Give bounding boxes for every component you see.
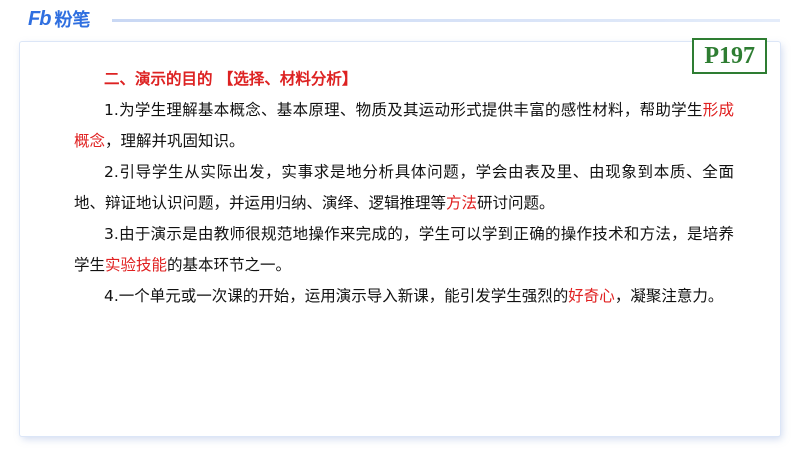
section-heading: 二、演示的目的 【选择、材料分析】 [104,64,734,95]
paragraph-2: 2.引导学生从实际出发，实事求是地分析具体问题，学会由表及里、由现象到本质、全面… [74,157,734,219]
paragraph-text: 4.一个单元或一次课的开始，运用演示导入新课，能引发学生强烈的 [104,287,569,305]
paragraph-text: 研讨问题。 [477,194,555,212]
paragraph-text: ，理解并巩固知识。 [105,132,245,150]
slide-content: 二、演示的目的 【选择、材料分析】 1.为学生理解基本概念、基本原理、物质及其运… [74,64,734,312]
brand-logo-mark: Fb [28,7,51,30]
key-term: 方法 [446,194,478,212]
brand-logo: Fb 粉笔 [28,7,91,32]
paragraph-4: 4.一个单元或一次课的开始，运用演示导入新课，能引发学生强烈的好奇心，凝聚注意力… [74,281,734,312]
section-tag: 【选择、材料分析】 [217,70,358,88]
paragraph-text: ，凝聚注意力。 [614,287,724,305]
paragraph-text: 1.为学生理解基本概念、基本原理、物质及其运动形式提供丰富的感性材料，帮助学生 [104,101,703,119]
paragraph-3: 3.由于演示是由教师很规范地操作来完成的，学生可以学到正确的操作技术和方法，是培… [74,219,734,281]
paragraph-1: 1.为学生理解基本概念、基本原理、物质及其运动形式提供丰富的感性材料，帮助学生形… [74,95,734,157]
section-title: 二、演示的目的 [104,70,213,88]
header-divider [112,19,780,22]
key-term: 好奇心 [568,287,615,305]
key-term: 实验技能 [105,256,168,274]
paragraph-text: 2.引导学生从实际出发，实事求是地分析具体问题，学会由表及里、由现象到本质、全面… [74,163,734,212]
brand-logo-name: 粉笔 [54,10,91,31]
paragraph-text: 的基本环节之一。 [167,256,292,274]
